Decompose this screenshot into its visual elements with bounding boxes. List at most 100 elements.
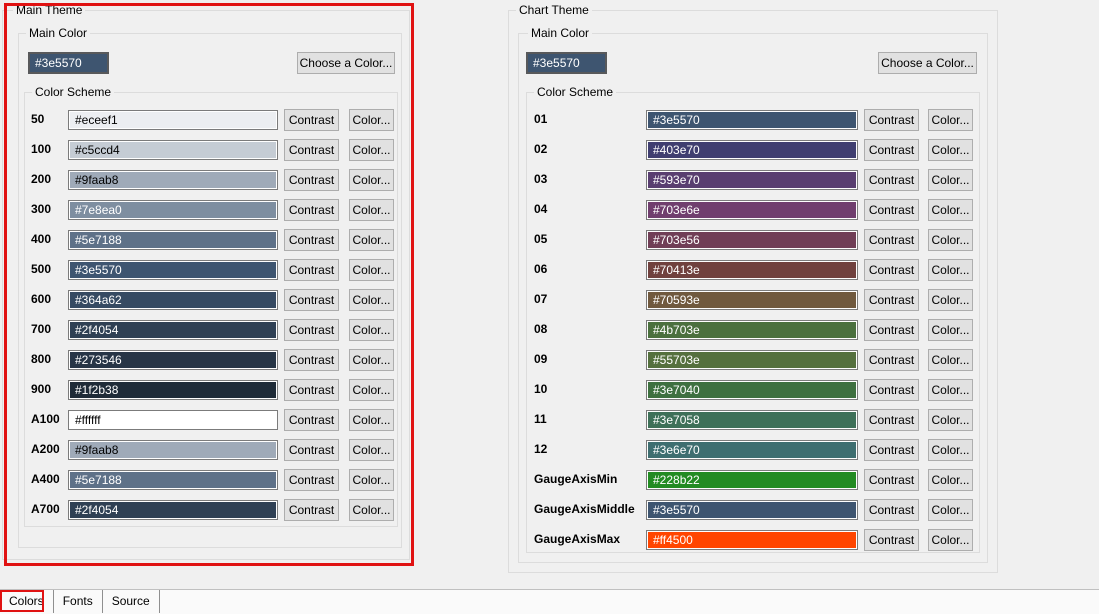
contrast-button[interactable]: Contrast: [864, 199, 919, 221]
color-value-field[interactable]: [68, 440, 278, 460]
color-value-field[interactable]: [68, 230, 278, 250]
color-picker-button[interactable]: Color...: [349, 109, 394, 131]
color-picker-button[interactable]: Color...: [928, 499, 973, 521]
color-scheme-row-label: 900: [31, 382, 67, 396]
color-picker-button[interactable]: Color...: [928, 439, 973, 461]
color-picker-button[interactable]: Color...: [349, 469, 394, 491]
color-picker-button[interactable]: Color...: [928, 469, 973, 491]
contrast-button[interactable]: Contrast: [864, 499, 919, 521]
color-picker-button[interactable]: Color...: [928, 109, 973, 131]
color-value-field[interactable]: [646, 200, 858, 220]
contrast-button[interactable]: Contrast: [284, 199, 339, 221]
contrast-button[interactable]: Contrast: [864, 319, 919, 341]
contrast-button[interactable]: Contrast: [284, 259, 339, 281]
tab-source[interactable]: Source: [103, 590, 160, 613]
contrast-button[interactable]: Contrast: [284, 379, 339, 401]
color-value-field[interactable]: [646, 500, 858, 520]
contrast-button[interactable]: Contrast: [864, 529, 919, 551]
color-scheme-row-label: 600: [31, 292, 67, 306]
color-picker-button[interactable]: Color...: [349, 349, 394, 371]
color-value-field[interactable]: [68, 260, 278, 280]
color-value-field[interactable]: [68, 140, 278, 160]
color-value-field[interactable]: [646, 350, 858, 370]
tab-colors[interactable]: Colors: [0, 590, 54, 613]
color-picker-button[interactable]: Color...: [349, 199, 394, 221]
color-value-field[interactable]: [646, 380, 858, 400]
color-picker-button[interactable]: Color...: [928, 289, 973, 311]
contrast-button[interactable]: Contrast: [864, 169, 919, 191]
color-picker-button[interactable]: Color...: [928, 319, 973, 341]
color-value-field[interactable]: [646, 290, 858, 310]
color-scheme-row-label: 05: [534, 232, 644, 246]
contrast-button[interactable]: Contrast: [284, 469, 339, 491]
color-picker-button[interactable]: Color...: [349, 169, 394, 191]
color-picker-button[interactable]: Color...: [928, 199, 973, 221]
color-picker-button[interactable]: Color...: [349, 289, 394, 311]
color-value-field[interactable]: [68, 380, 278, 400]
contrast-button[interactable]: Contrast: [864, 379, 919, 401]
color-picker-button[interactable]: Color...: [349, 319, 394, 341]
color-scheme-row: 600 Contrast Color...: [25, 289, 397, 311]
contrast-button[interactable]: Contrast: [864, 139, 919, 161]
contrast-button[interactable]: Contrast: [284, 169, 339, 191]
contrast-button[interactable]: Contrast: [284, 109, 339, 131]
color-value-field[interactable]: [646, 320, 858, 340]
color-picker-button[interactable]: Color...: [928, 349, 973, 371]
tab-fonts[interactable]: Fonts: [54, 590, 103, 613]
color-value-field[interactable]: [68, 110, 278, 130]
color-picker-button[interactable]: Color...: [928, 529, 973, 551]
color-value-field[interactable]: [646, 470, 858, 490]
contrast-button[interactable]: Contrast: [864, 439, 919, 461]
contrast-button[interactable]: Contrast: [864, 409, 919, 431]
color-picker-button[interactable]: Color...: [928, 259, 973, 281]
color-picker-button[interactable]: Color...: [349, 259, 394, 281]
color-value-field[interactable]: [646, 530, 858, 550]
contrast-button[interactable]: Contrast: [284, 139, 339, 161]
contrast-button[interactable]: Contrast: [864, 229, 919, 251]
color-value-field[interactable]: [646, 140, 858, 160]
contrast-button[interactable]: Contrast: [284, 409, 339, 431]
contrast-button[interactable]: Contrast: [864, 469, 919, 491]
color-picker-button[interactable]: Color...: [928, 139, 973, 161]
color-value-field[interactable]: [68, 200, 278, 220]
color-value-field[interactable]: [68, 170, 278, 190]
color-picker-button[interactable]: Color...: [928, 169, 973, 191]
contrast-button[interactable]: Contrast: [284, 439, 339, 461]
contrast-button[interactable]: Contrast: [864, 259, 919, 281]
color-value-field[interactable]: [646, 170, 858, 190]
color-picker-button[interactable]: Color...: [928, 229, 973, 251]
color-picker-button[interactable]: Color...: [349, 409, 394, 431]
main-color-value-field[interactable]: [28, 52, 109, 74]
color-picker-button[interactable]: Color...: [349, 229, 394, 251]
color-value-field[interactable]: [68, 410, 278, 430]
contrast-button[interactable]: Contrast: [864, 109, 919, 131]
contrast-button[interactable]: Contrast: [284, 349, 339, 371]
color-value-field[interactable]: [68, 290, 278, 310]
color-picker-button[interactable]: Color...: [928, 409, 973, 431]
color-scheme-row-label: 400: [31, 232, 67, 246]
color-value-field[interactable]: [68, 500, 278, 520]
color-picker-button[interactable]: Color...: [349, 379, 394, 401]
contrast-button[interactable]: Contrast: [864, 289, 919, 311]
color-value-field[interactable]: [646, 440, 858, 460]
contrast-button[interactable]: Contrast: [864, 349, 919, 371]
choose-color-button[interactable]: Choose a Color...: [878, 52, 977, 74]
contrast-button[interactable]: Contrast: [284, 229, 339, 251]
color-picker-button[interactable]: Color...: [349, 439, 394, 461]
contrast-button[interactable]: Contrast: [284, 499, 339, 521]
color-value-field[interactable]: [646, 110, 858, 130]
choose-color-button[interactable]: Choose a Color...: [297, 52, 395, 74]
contrast-button[interactable]: Contrast: [284, 289, 339, 311]
color-scheme-row: GaugeAxisMinContrastColor...: [527, 469, 979, 491]
main-color-value-field[interactable]: [526, 52, 607, 74]
color-value-field[interactable]: [646, 230, 858, 250]
color-picker-button[interactable]: Color...: [928, 379, 973, 401]
color-value-field[interactable]: [68, 350, 278, 370]
color-value-field[interactable]: [646, 410, 858, 430]
color-value-field[interactable]: [646, 260, 858, 280]
color-value-field[interactable]: [68, 470, 278, 490]
color-picker-button[interactable]: Color...: [349, 139, 394, 161]
color-value-field[interactable]: [68, 320, 278, 340]
color-picker-button[interactable]: Color...: [349, 499, 394, 521]
contrast-button[interactable]: Contrast: [284, 319, 339, 341]
